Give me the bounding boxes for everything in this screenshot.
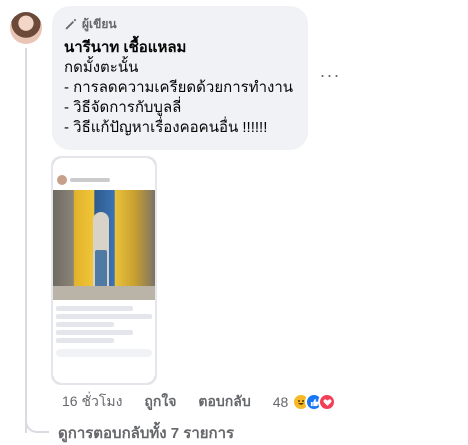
pen-icon — [65, 18, 77, 30]
reply-button[interactable]: ตอบกลับ — [198, 391, 250, 413]
image-status-bar — [53, 158, 155, 170]
view-replies-link[interactable]: ดูการตอบกลับทั้ง 7 รายการ — [58, 421, 234, 445]
like-button[interactable]: ถูกใจ — [144, 391, 176, 413]
thread-curve — [25, 415, 49, 433]
reaction-icons[interactable] — [292, 393, 337, 411]
thread-line — [25, 48, 27, 433]
comment-line: - การลดความเครียดด้วยการทำงาน — [64, 79, 293, 96]
comment-line: - วิธีจัดการกับบูลลี่ — [64, 99, 182, 116]
author-badge-label: ผู้เขียน — [82, 16, 117, 31]
author-badge: ผู้เขียน — [64, 16, 296, 32]
image-avatar — [57, 175, 67, 185]
comment-line: - วิธีแก้ปัญหาเรื่องคอคนอื่น !!!!!! — [64, 119, 268, 136]
commenter-avatar[interactable] — [10, 12, 42, 44]
comment-line: กดมั้งตะนั้น — [64, 59, 139, 76]
image-post-ui — [53, 300, 155, 383]
comment-timestamp[interactable]: 16 ชั่วโมง — [62, 391, 122, 413]
author-name[interactable]: นารีนาท เชื้อแหลม — [64, 38, 296, 58]
comment-bubble: ผู้เขียน นารีนาท เชื้อแหลม กดมั้งตะนั้น … — [52, 6, 308, 150]
image-photo — [53, 190, 155, 300]
love-reaction-icon — [318, 393, 337, 411]
reaction-count[interactable]: 48 — [273, 394, 289, 410]
more-options-icon[interactable]: ··· — [318, 66, 342, 88]
comment-actions: 16 ชั่วโมง ถูกใจ ตอบกลับ 48 — [62, 392, 452, 412]
attached-screenshot-image[interactable] — [51, 156, 157, 385]
image-post-header — [53, 170, 155, 190]
